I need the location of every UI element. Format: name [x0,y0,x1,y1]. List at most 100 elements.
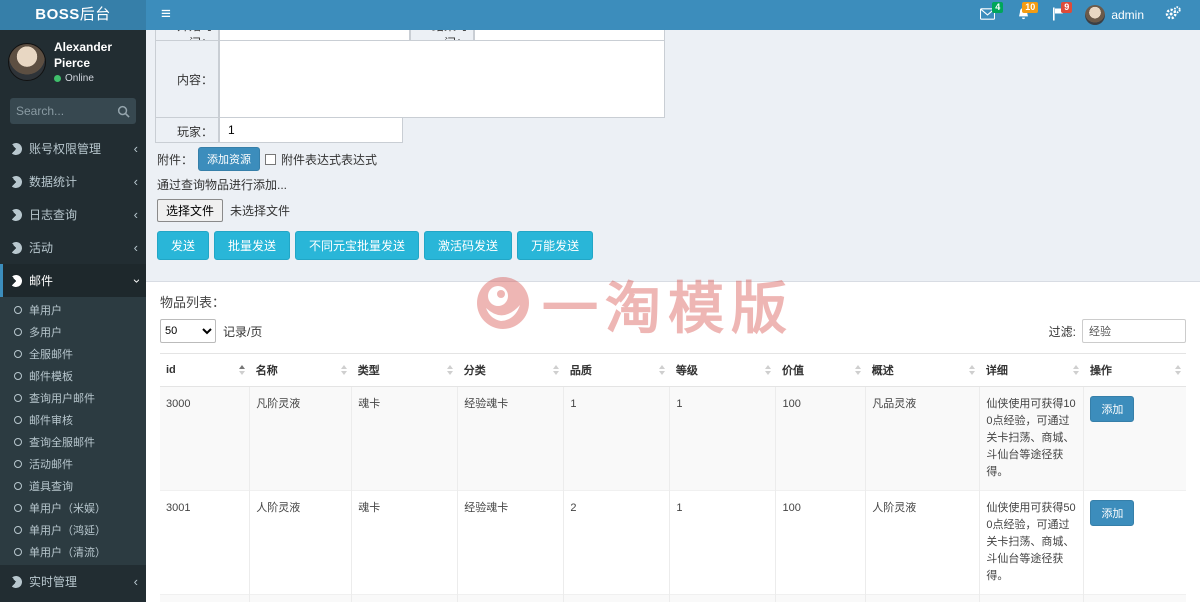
cell-quality: 2 [564,491,670,595]
filter-input[interactable] [1082,319,1186,343]
start-time-input[interactable]: 2021-11-26 16:16:21 [219,30,410,40]
sort-icon[interactable] [1175,365,1181,375]
add-by-query-hint: 通过查询物品进行添加... [157,176,665,193]
circle-icon [14,350,22,358]
sort-icon[interactable] [447,365,453,375]
player-label: 玩家： [155,118,219,143]
sidebar-item-account-permissions[interactable]: 账号权限管理‹ [0,132,146,165]
col-header-value[interactable]: 价值 [776,354,866,387]
control-sidebar-toggle[interactable] [1154,0,1192,30]
attachment-expression-checkbox[interactable] [265,154,276,165]
sidebar-item-mail[interactable]: 邮件‹ [0,264,146,297]
col-header-name[interactable]: 名称 [250,354,352,387]
sidebar-item-realtime[interactable]: 实时管理‹ [0,565,146,598]
subitem-mail-review[interactable]: 邮件审核 [0,409,146,431]
item-list-panel: 物品列表： 50 记录/页 过滤: id 名称 类型 [146,281,1200,602]
sidebar-item-log-query[interactable]: 日志查询 ‹ [0,198,146,231]
top-navbar: BOSS后台 ≡ 4 10 9 admin [0,0,1200,30]
mail-submenu: 单用户 多用户 全服邮件 邮件模板 查询用户邮件 邮件审核 查询全服邮件 活动邮… [0,297,146,565]
table-row: 3000 凡阶灵液 魂卡 经验魂卡 1 1 100 凡品灵液 仙侠使用可获得10… [160,387,1186,491]
notifications-menu[interactable]: 10 [1006,0,1041,30]
player-input[interactable] [220,118,402,142]
subitem-query-all-server-mail[interactable]: 查询全服邮件 [0,431,146,453]
user-menu[interactable]: admin [1075,0,1154,30]
subitem-multi-user[interactable]: 多用户 [0,321,146,343]
subitem-mail-template[interactable]: 邮件模板 [0,365,146,387]
col-header-detail[interactable]: 详细 [980,354,1084,387]
calendar-icon[interactable] [394,30,405,32]
cell-type: 魂卡 [352,491,458,595]
circle-icon [14,372,22,380]
start-time-label: 开始时间： [155,30,219,40]
subitem-item-query[interactable]: 道具查询 [0,475,146,497]
end-time-input[interactable]: 2021-11-29 16:16:24 [474,30,665,40]
sidebar-toggle-button[interactable]: ≡ [146,0,186,30]
chevron-left-icon: ‹ [134,243,138,253]
cell-detail: 仙侠使用可获得500点经验，可通过关卡扫荡、商城、斗仙台等途径获得。 [980,491,1084,595]
sort-icon[interactable] [553,365,559,375]
pie-chart-icon [8,206,25,223]
subitem-single-user-qingliu[interactable]: 单用户（清流） [0,541,146,563]
sort-icon[interactable] [1073,365,1079,375]
choose-file-button[interactable]: 选择文件 [157,199,223,222]
sort-icon[interactable] [341,365,347,375]
activation-code-send-button[interactable]: 激活码发送 [424,231,512,260]
chevron-left-icon: ‹ [134,210,138,220]
page-size-select[interactable]: 50 [160,319,216,343]
col-header-type[interactable]: 类型 [352,354,458,387]
batch-send-button[interactable]: 批量发送 [214,231,290,260]
search-input[interactable] [16,104,117,118]
calendar-icon[interactable] [649,30,660,32]
col-header-summary[interactable]: 概述 [866,354,980,387]
circle-icon [14,548,22,556]
notifications-badge: 10 [1022,2,1038,13]
col-header-id[interactable]: id [160,354,250,387]
brand-bold: BOSS [35,6,80,23]
send-button[interactable]: 发送 [157,231,209,260]
sidebar-item-label: 日志查询 [29,206,77,223]
add-item-button[interactable]: 添加 [1090,396,1134,422]
cell-value: 100 [776,595,866,602]
sidebar-item-activity[interactable]: 活动‹ [0,231,146,264]
universal-send-button[interactable]: 万能发送 [517,231,593,260]
cell-name: 凡阶灵液 [250,387,352,491]
subitem-single-user-hongyan[interactable]: 单用户（鸿延） [0,519,146,541]
cell-value: 100 [776,491,866,595]
attachment-checkbox-label: 附件表达式表达式 [281,151,377,168]
subitem-activity-mail[interactable]: 活动邮件 [0,453,146,475]
user-name: admin [1111,8,1144,22]
items-table: id 名称 类型 分类 品质 等级 价值 概述 详细 操作 3000 [160,353,1186,602]
col-header-quality[interactable]: 品质 [564,354,670,387]
sort-icon[interactable] [969,365,975,375]
panel-title: 物品列表： [160,292,1186,311]
brand-logo[interactable]: BOSS后台 [0,0,146,30]
sort-icon[interactable] [855,365,861,375]
col-header-category[interactable]: 分类 [458,354,564,387]
tasks-menu[interactable]: 9 [1041,0,1075,30]
sidebar-item-label: 数据统计 [29,173,77,190]
pie-chart-icon [8,272,25,289]
sidebar-item-data-stats[interactable]: 数据统计‹ [0,165,146,198]
end-time-label: 结束时间： [410,30,474,40]
subitem-single-user-miyu[interactable]: 单用户（米娱） [0,497,146,519]
messages-menu[interactable]: 4 [969,0,1006,30]
diff-ingot-batch-send-button[interactable]: 不同元宝批量发送 [295,231,419,260]
add-item-button[interactable]: 添加 [1090,500,1134,526]
sort-icon[interactable] [239,365,245,375]
sidebar-item-gift-code[interactable]: 礼包码‹ [0,598,146,602]
content-textarea[interactable] [220,41,664,117]
cell-name: 地阶灵液 [250,595,352,602]
circle-icon [14,416,22,424]
col-header-action[interactable]: 操作 [1084,354,1186,387]
subitem-query-user-mail[interactable]: 查询用户邮件 [0,387,146,409]
search-icon[interactable] [117,105,130,118]
add-resource-button[interactable]: 添加资源 [198,147,260,171]
subitem-single-user[interactable]: 单用户 [0,299,146,321]
circle-icon [14,460,22,468]
sort-icon[interactable] [659,365,665,375]
sort-icon[interactable] [765,365,771,375]
per-page-label: 记录/页 [223,323,262,340]
col-header-level[interactable]: 等级 [670,354,776,387]
cell-id: 3000 [160,387,250,491]
subitem-all-server-mail[interactable]: 全服邮件 [0,343,146,365]
